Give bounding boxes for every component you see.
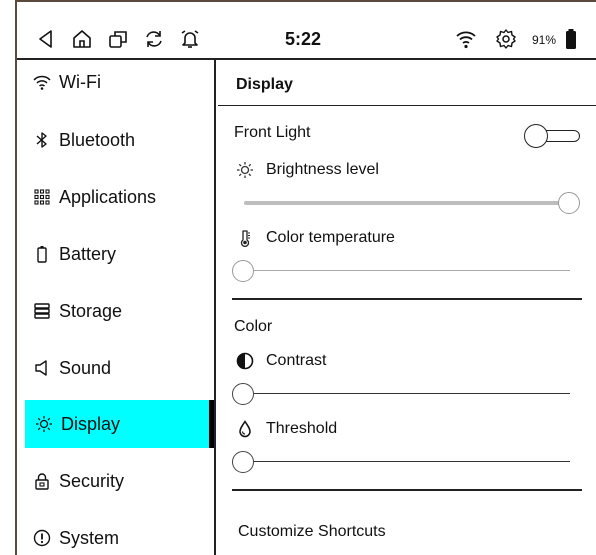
- slider-rail: [232, 270, 570, 271]
- slider-thumb[interactable]: [232, 451, 254, 473]
- color-temperature-text: Color temperature: [266, 229, 395, 246]
- sidebar-item-label: Storage: [59, 300, 123, 321]
- brightness-level-text: Brightness level: [266, 161, 379, 178]
- toggle-knob: [524, 124, 548, 148]
- sidebar-item-storage[interactable]: Storage: [17, 287, 214, 335]
- alarm-icon[interactable]: [179, 28, 201, 50]
- sidebar-item-label: Display: [61, 413, 121, 434]
- contrast-text: Contrast: [266, 352, 327, 369]
- customize-shortcuts-item[interactable]: Customize Shortcuts: [238, 523, 386, 541]
- title-divider: [218, 105, 596, 106]
- slider-thumb[interactable]: [232, 260, 254, 282]
- sidebar-item-display[interactable]: Display: [25, 400, 214, 448]
- sidebar-item-label: Wi-Fi: [59, 71, 101, 92]
- sidebar-item-label: Sound: [59, 357, 112, 378]
- slider-thumb[interactable]: [232, 383, 254, 405]
- brightness-slider[interactable]: [244, 192, 580, 214]
- contrast-icon: [234, 350, 256, 372]
- sidebar-item-label: Applications: [59, 186, 157, 207]
- sidebar-item-label: Bluetooth: [59, 129, 136, 150]
- display-settings-panel: Display Front Light Brightness level Col…: [218, 60, 596, 555]
- front-light-toggle[interactable]: [524, 124, 584, 148]
- storage-icon: [31, 300, 53, 322]
- status-bar: 5:22 91%: [17, 0, 596, 60]
- screen: 5:22 91% Wi-Fi Bluetooth Applications Ba…: [0, 0, 596, 555]
- sidebar-item-label: Security: [59, 470, 125, 491]
- front-light-label: Front Light: [234, 124, 311, 141]
- page-title: Display: [236, 76, 293, 93]
- sun-icon: [234, 159, 256, 181]
- settings-icon[interactable]: [495, 28, 517, 50]
- lock-icon: [31, 470, 53, 492]
- sidebar-item-label: System: [59, 527, 120, 548]
- sidebar-item-sound[interactable]: Sound: [17, 344, 214, 392]
- wifi-icon[interactable]: [455, 28, 477, 50]
- back-icon[interactable]: [35, 28, 57, 50]
- battery-icon: [560, 28, 582, 50]
- sun-icon: [33, 413, 55, 435]
- battery-icon: [31, 243, 53, 265]
- refresh-icon[interactable]: [143, 28, 165, 50]
- contrast-slider[interactable]: [232, 383, 570, 405]
- battery-percent: 91%: [532, 33, 557, 47]
- info-icon: [31, 527, 53, 549]
- settings-sidebar: Wi-Fi Bluetooth Applications Battery Sto: [17, 60, 216, 555]
- recent-apps-icon[interactable]: [107, 28, 129, 50]
- threshold-label: Threshold: [234, 418, 337, 440]
- speaker-icon: [31, 357, 53, 379]
- sidebar-item-applications[interactable]: Applications: [17, 173, 214, 221]
- threshold-text: Threshold: [266, 420, 338, 437]
- home-icon[interactable]: [71, 28, 93, 50]
- sidebar-item-label: Battery: [59, 243, 117, 264]
- threshold-slider[interactable]: [232, 451, 570, 473]
- sidebar-item-bluetooth[interactable]: Bluetooth: [17, 116, 214, 164]
- color-temperature-label: Color temperature: [234, 227, 395, 249]
- section-divider: [232, 489, 582, 491]
- bluetooth-icon: [31, 129, 53, 151]
- sidebar-item-battery[interactable]: Battery: [17, 230, 214, 278]
- thermometer-icon: [234, 227, 256, 249]
- slider-fill: [244, 201, 569, 205]
- sidebar-item-security[interactable]: Security: [17, 457, 214, 505]
- sidebar-item-system[interactable]: System: [17, 514, 214, 555]
- slider-rail: [232, 393, 570, 394]
- contrast-label: Contrast: [234, 350, 326, 372]
- slider-thumb[interactable]: [558, 192, 580, 214]
- color-temperature-slider[interactable]: [232, 260, 570, 282]
- color-section-label: Color: [234, 318, 273, 335]
- sidebar-item-wifi[interactable]: Wi-Fi: [17, 60, 214, 104]
- brightness-level-label: Brightness level: [234, 159, 379, 181]
- drop-icon: [234, 418, 256, 440]
- section-divider: [232, 298, 582, 300]
- wifi-icon: [31, 71, 53, 93]
- slider-rail: [232, 461, 570, 462]
- clock-time: 5:22: [285, 29, 322, 49]
- apps-grid-icon: [31, 186, 53, 208]
